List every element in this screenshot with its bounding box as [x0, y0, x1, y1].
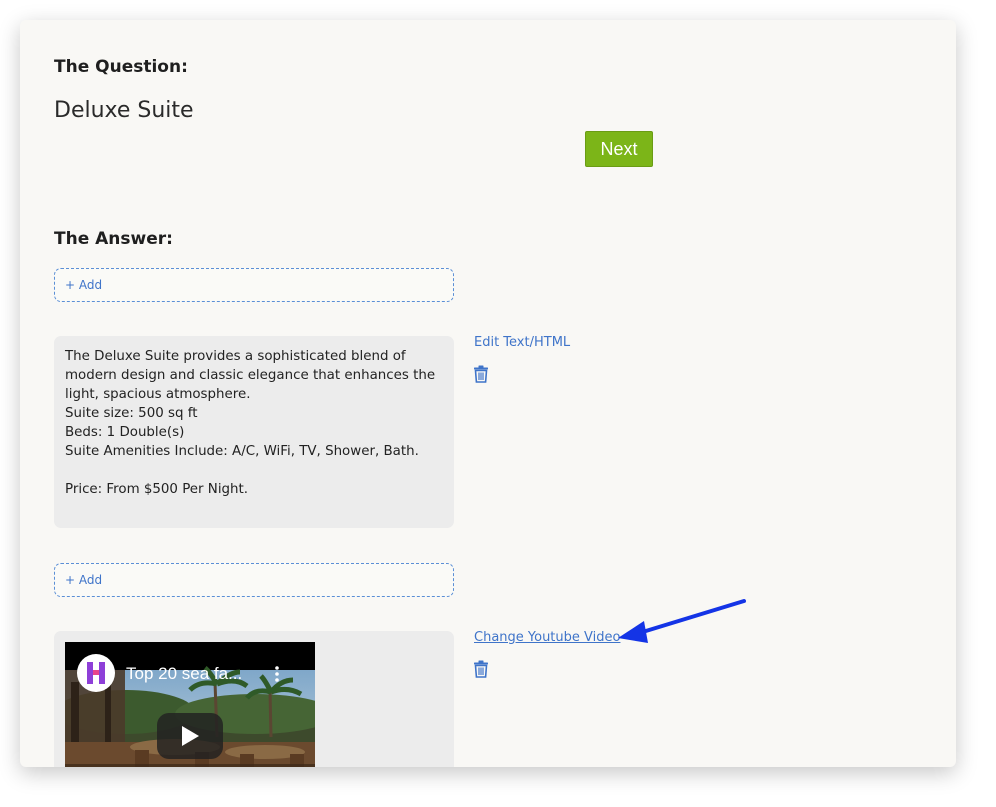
play-button[interactable]	[157, 713, 223, 759]
add-block-button[interactable]: + Add	[54, 268, 454, 302]
text-line	[65, 461, 443, 480]
text-line: Suite size: 500 sq ft	[65, 406, 198, 421]
question-heading: The Question:	[54, 57, 188, 77]
youtube-video-thumbnail[interactable]: Top 20 sea fa...	[65, 642, 315, 767]
change-youtube-video-link[interactable]: Change Youtube Video	[474, 630, 620, 645]
text-line: Beds: 1 Double(s)	[65, 425, 185, 440]
question-title: Deluxe Suite	[54, 98, 194, 123]
add-block-button[interactable]: + Add	[54, 563, 454, 597]
editor-card: The Question: Deluxe Suite Next The Answ…	[20, 20, 956, 767]
next-button[interactable]: Next	[585, 131, 653, 167]
video-answer-block: Top 20 sea fa...	[54, 631, 454, 767]
edit-text-html-link[interactable]: Edit Text/HTML	[474, 335, 570, 350]
text-line: Price: From $500 Per Night.	[65, 482, 249, 497]
annotation-arrow-icon	[618, 599, 746, 643]
text-line: The Deluxe Suite provides a sophisticate…	[65, 349, 406, 364]
channel-avatar[interactable]	[77, 654, 115, 692]
text-line: light, spacious atmosphere.	[65, 387, 251, 402]
text-line: modern design and classic elegance that …	[65, 368, 436, 383]
answer-heading: The Answer:	[54, 229, 173, 249]
text-line: Suite Amenities Include: A/C, WiFi, TV, …	[65, 444, 419, 459]
trash-icon[interactable]	[473, 660, 489, 678]
play-icon	[182, 726, 199, 746]
text-answer-block: The Deluxe Suite provides a sophisticate…	[54, 336, 454, 528]
trash-icon[interactable]	[473, 365, 489, 383]
kebab-menu-icon[interactable]	[275, 666, 279, 682]
video-title: Top 20 sea fa...	[126, 664, 243, 683]
